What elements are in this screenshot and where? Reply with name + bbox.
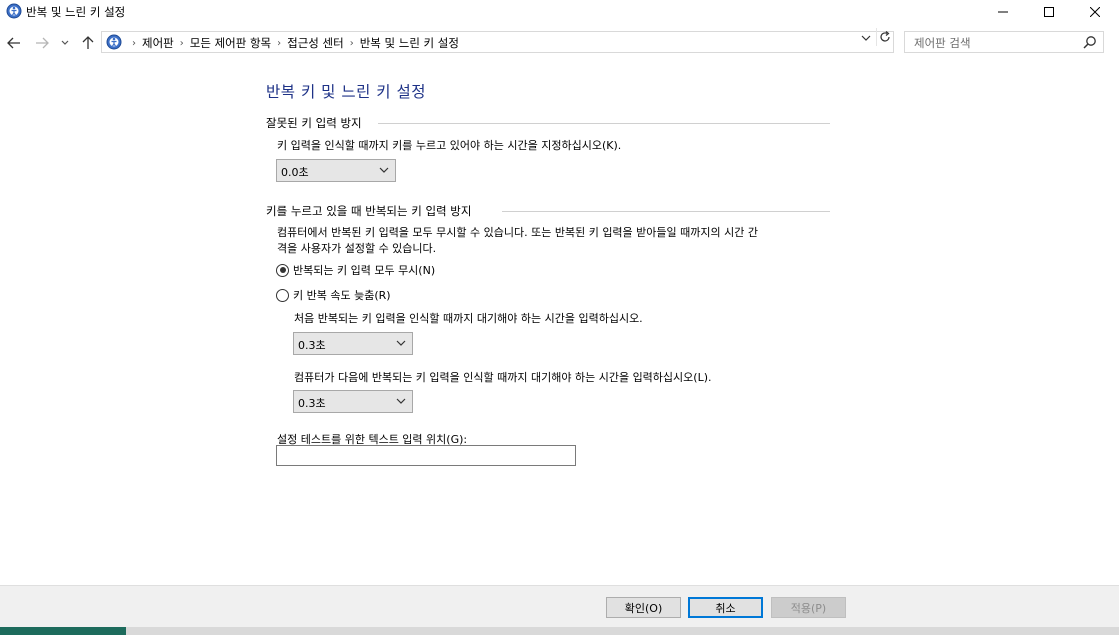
chevron-down-icon xyxy=(61,40,69,45)
section-heading-prevent-accidental: 잘못된 키 입력 방지 xyxy=(266,116,362,130)
close-icon xyxy=(1090,6,1100,17)
control-panel-icon xyxy=(106,34,122,50)
hold-time-select[interactable]: 0.0초 xyxy=(276,159,396,182)
ok-button[interactable]: 확인(O) xyxy=(606,597,681,618)
cancel-button[interactable]: 취소 xyxy=(688,597,763,618)
radio-checked-icon[interactable] xyxy=(276,263,289,277)
arrow-up-icon xyxy=(82,36,94,49)
section-divider xyxy=(502,211,830,212)
test-text-input[interactable] xyxy=(276,445,576,466)
radio-ignore-repeats[interactable]: 반복되는 키 입력 모두 무시(N) xyxy=(276,262,435,278)
close-button[interactable] xyxy=(1072,0,1118,23)
chevron-right-icon[interactable]: › xyxy=(350,38,354,49)
address-bar[interactable]: › 제어판 › 모든 제어판 항목 › 접근성 센터 › 반복 및 느린 키 설… xyxy=(101,31,894,53)
page-title: 반복 키 및 느린 키 설정 xyxy=(266,83,426,101)
next-delay-select[interactable]: 0.3초 xyxy=(293,390,413,413)
control-panel-icon xyxy=(6,3,22,19)
first-delay-select[interactable]: 0.3초 xyxy=(293,332,413,355)
address-history-button[interactable] xyxy=(858,31,874,45)
hold-time-description: 키 입력을 인식할 때까지 키를 누르고 있어야 하는 시간을 지정하십시오(K… xyxy=(277,139,622,152)
apply-button[interactable]: 적용(P) xyxy=(771,597,846,618)
main-content: 반복 키 및 느린 키 설정 잘못된 키 입력 방지 키 입력을 인식할 때까지… xyxy=(0,60,1119,585)
breadcrumb-control-panel[interactable]: 제어판 xyxy=(142,35,174,51)
recent-locations-button[interactable] xyxy=(58,34,72,52)
next-delay-description: 컴퓨터가 다음에 반복되는 키 입력을 인식할 때까지 대기해야 하는 시간을 … xyxy=(294,371,712,384)
breadcrumb: › 제어판 › 모든 제어판 항목 › 접근성 센터 › 반복 및 느린 키 설… xyxy=(126,35,459,51)
chevron-down-icon xyxy=(861,35,871,41)
refresh-icon xyxy=(879,31,890,42)
chevron-down-icon xyxy=(396,398,406,404)
section-divider xyxy=(378,123,830,124)
next-delay-value: 0.3초 xyxy=(298,397,326,410)
breadcrumb-all-items[interactable]: 모든 제어판 항목 xyxy=(190,35,271,51)
maximize-icon xyxy=(1044,6,1054,17)
chevron-down-icon xyxy=(379,167,389,173)
radio-slow-repeat-label[interactable]: 키 반복 속도 늦춤(R) xyxy=(293,287,391,303)
repeat-description-line2: 격을 사용자가 설정할 수 있습니다. xyxy=(277,242,437,255)
repeat-description-line1: 컴퓨터에서 반복된 키 입력을 모두 무시할 수 있습니다. 또는 반복된 키 … xyxy=(277,226,758,239)
first-delay-value: 0.3초 xyxy=(298,339,326,352)
radio-ignore-repeats-label[interactable]: 반복되는 키 입력 모두 무시(N) xyxy=(293,262,435,278)
radio-slow-repeat[interactable]: 키 반복 속도 늦춤(R) xyxy=(276,287,391,303)
breadcrumb-ease-of-access[interactable]: 접근성 센터 xyxy=(287,35,344,51)
minimize-button[interactable] xyxy=(980,0,1026,23)
arrow-left-icon xyxy=(7,37,20,49)
chevron-right-icon[interactable]: › xyxy=(180,38,184,49)
back-button[interactable] xyxy=(5,34,23,52)
up-button[interactable] xyxy=(79,34,97,52)
first-delay-description: 처음 반복되는 키 입력을 인식할 때까지 대기해야 하는 시간을 입력하십시오… xyxy=(294,312,643,325)
dialog-button-bar: 확인(O) 취소 적용(P) xyxy=(0,585,1119,627)
taskbar-accent xyxy=(0,627,126,635)
search-icon[interactable] xyxy=(1083,35,1097,49)
search-input[interactable]: 제어판 검색 xyxy=(904,31,1104,53)
forward-button[interactable] xyxy=(33,34,51,52)
title-bar: 반복 및 느린 키 설정 xyxy=(0,0,1119,23)
maximize-button[interactable] xyxy=(1026,0,1072,23)
search-placeholder: 제어판 검색 xyxy=(914,36,971,50)
chevron-right-icon[interactable]: › xyxy=(277,38,281,49)
window-title: 반복 및 느린 키 설정 xyxy=(26,5,126,19)
chevron-down-icon xyxy=(396,340,406,346)
minimize-icon xyxy=(998,11,1008,12)
taskbar-strip xyxy=(0,627,1119,635)
navigation-bar: › 제어판 › 모든 제어판 항목 › 접근성 센터 › 반복 및 느린 키 설… xyxy=(0,27,1119,59)
section-heading-prevent-repeat: 키를 누르고 있을 때 반복되는 키 입력 방지 xyxy=(266,204,472,218)
refresh-button[interactable] xyxy=(876,28,892,46)
radio-unchecked-icon[interactable] xyxy=(276,288,289,302)
breadcrumb-current[interactable]: 반복 및 느린 키 설정 xyxy=(360,35,459,51)
chevron-right-icon[interactable]: › xyxy=(132,38,136,49)
hold-time-value: 0.0초 xyxy=(281,166,309,179)
arrow-right-icon xyxy=(36,37,49,49)
